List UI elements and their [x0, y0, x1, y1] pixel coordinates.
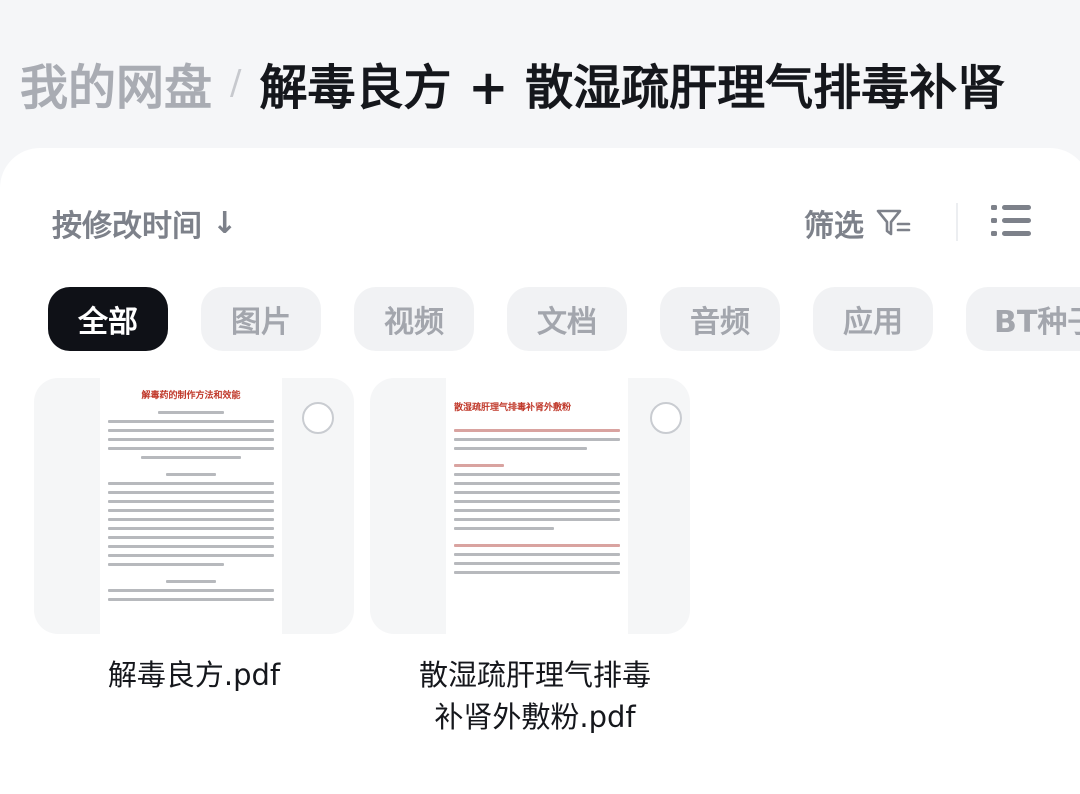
pdf-preview-title: 解毒药的制作方法和效能: [141, 391, 241, 401]
sort-arrow-icon: ↓: [212, 205, 238, 241]
breadcrumb-separator: /: [230, 63, 242, 103]
select-checkbox[interactable]: [650, 402, 682, 434]
filter-button[interactable]: 筛选: [804, 200, 912, 246]
breadcrumb: 我的网盘 / 解毒良方 + 散湿疏肝理气排毒补肾: [20, 48, 1005, 118]
select-checkbox[interactable]: [302, 402, 334, 434]
breadcrumb-root[interactable]: 我的网盘: [20, 48, 212, 118]
sort-button[interactable]: 按修改时间 ↓: [52, 200, 237, 246]
tab-images[interactable]: 图片: [201, 287, 321, 351]
tab-apps[interactable]: 应用: [813, 287, 933, 351]
file-name: 解毒良方.pdf: [107, 658, 281, 692]
tab-bt-seeds[interactable]: BT种子: [966, 287, 1080, 351]
tab-videos[interactable]: 视频: [354, 287, 474, 351]
sort-label: 按修改时间: [52, 209, 202, 244]
pdf-preview-title: 散湿疏肝理气排毒补肾外敷粉: [454, 403, 572, 413]
pdf-preview: 散湿疏肝理气排毒补肾外敷粉: [446, 378, 628, 634]
file-browser: 我的网盘 / 解毒良方 + 散湿疏肝理气排毒补肾 按修改时间 ↓ 筛选 全部 图…: [0, 0, 1080, 794]
pdf-preview: 解毒药的制作方法和效能: [100, 378, 282, 634]
tab-all[interactable]: 全部: [48, 287, 168, 351]
tab-audio[interactable]: 音频: [660, 287, 780, 351]
filter-label: 筛选: [804, 209, 864, 244]
file-name-line: 散湿疏肝理气排毒: [418, 658, 651, 692]
filter-icon: [876, 209, 911, 236]
file-name-line: 补肾外敷粉.pdf: [434, 700, 636, 734]
toolbar-divider: [956, 203, 958, 241]
breadcrumb-current: 解毒良方 + 散湿疏肝理气排毒补肾: [259, 60, 1006, 116]
file-name: 散湿疏肝理气排毒 补肾外敷粉.pdf: [370, 654, 700, 738]
tab-documents[interactable]: 文档: [507, 287, 627, 351]
list-view-icon[interactable]: [990, 200, 1032, 242]
category-tabs: 全部 图片 视频 文档 音频 应用 BT种子: [48, 287, 1080, 351]
